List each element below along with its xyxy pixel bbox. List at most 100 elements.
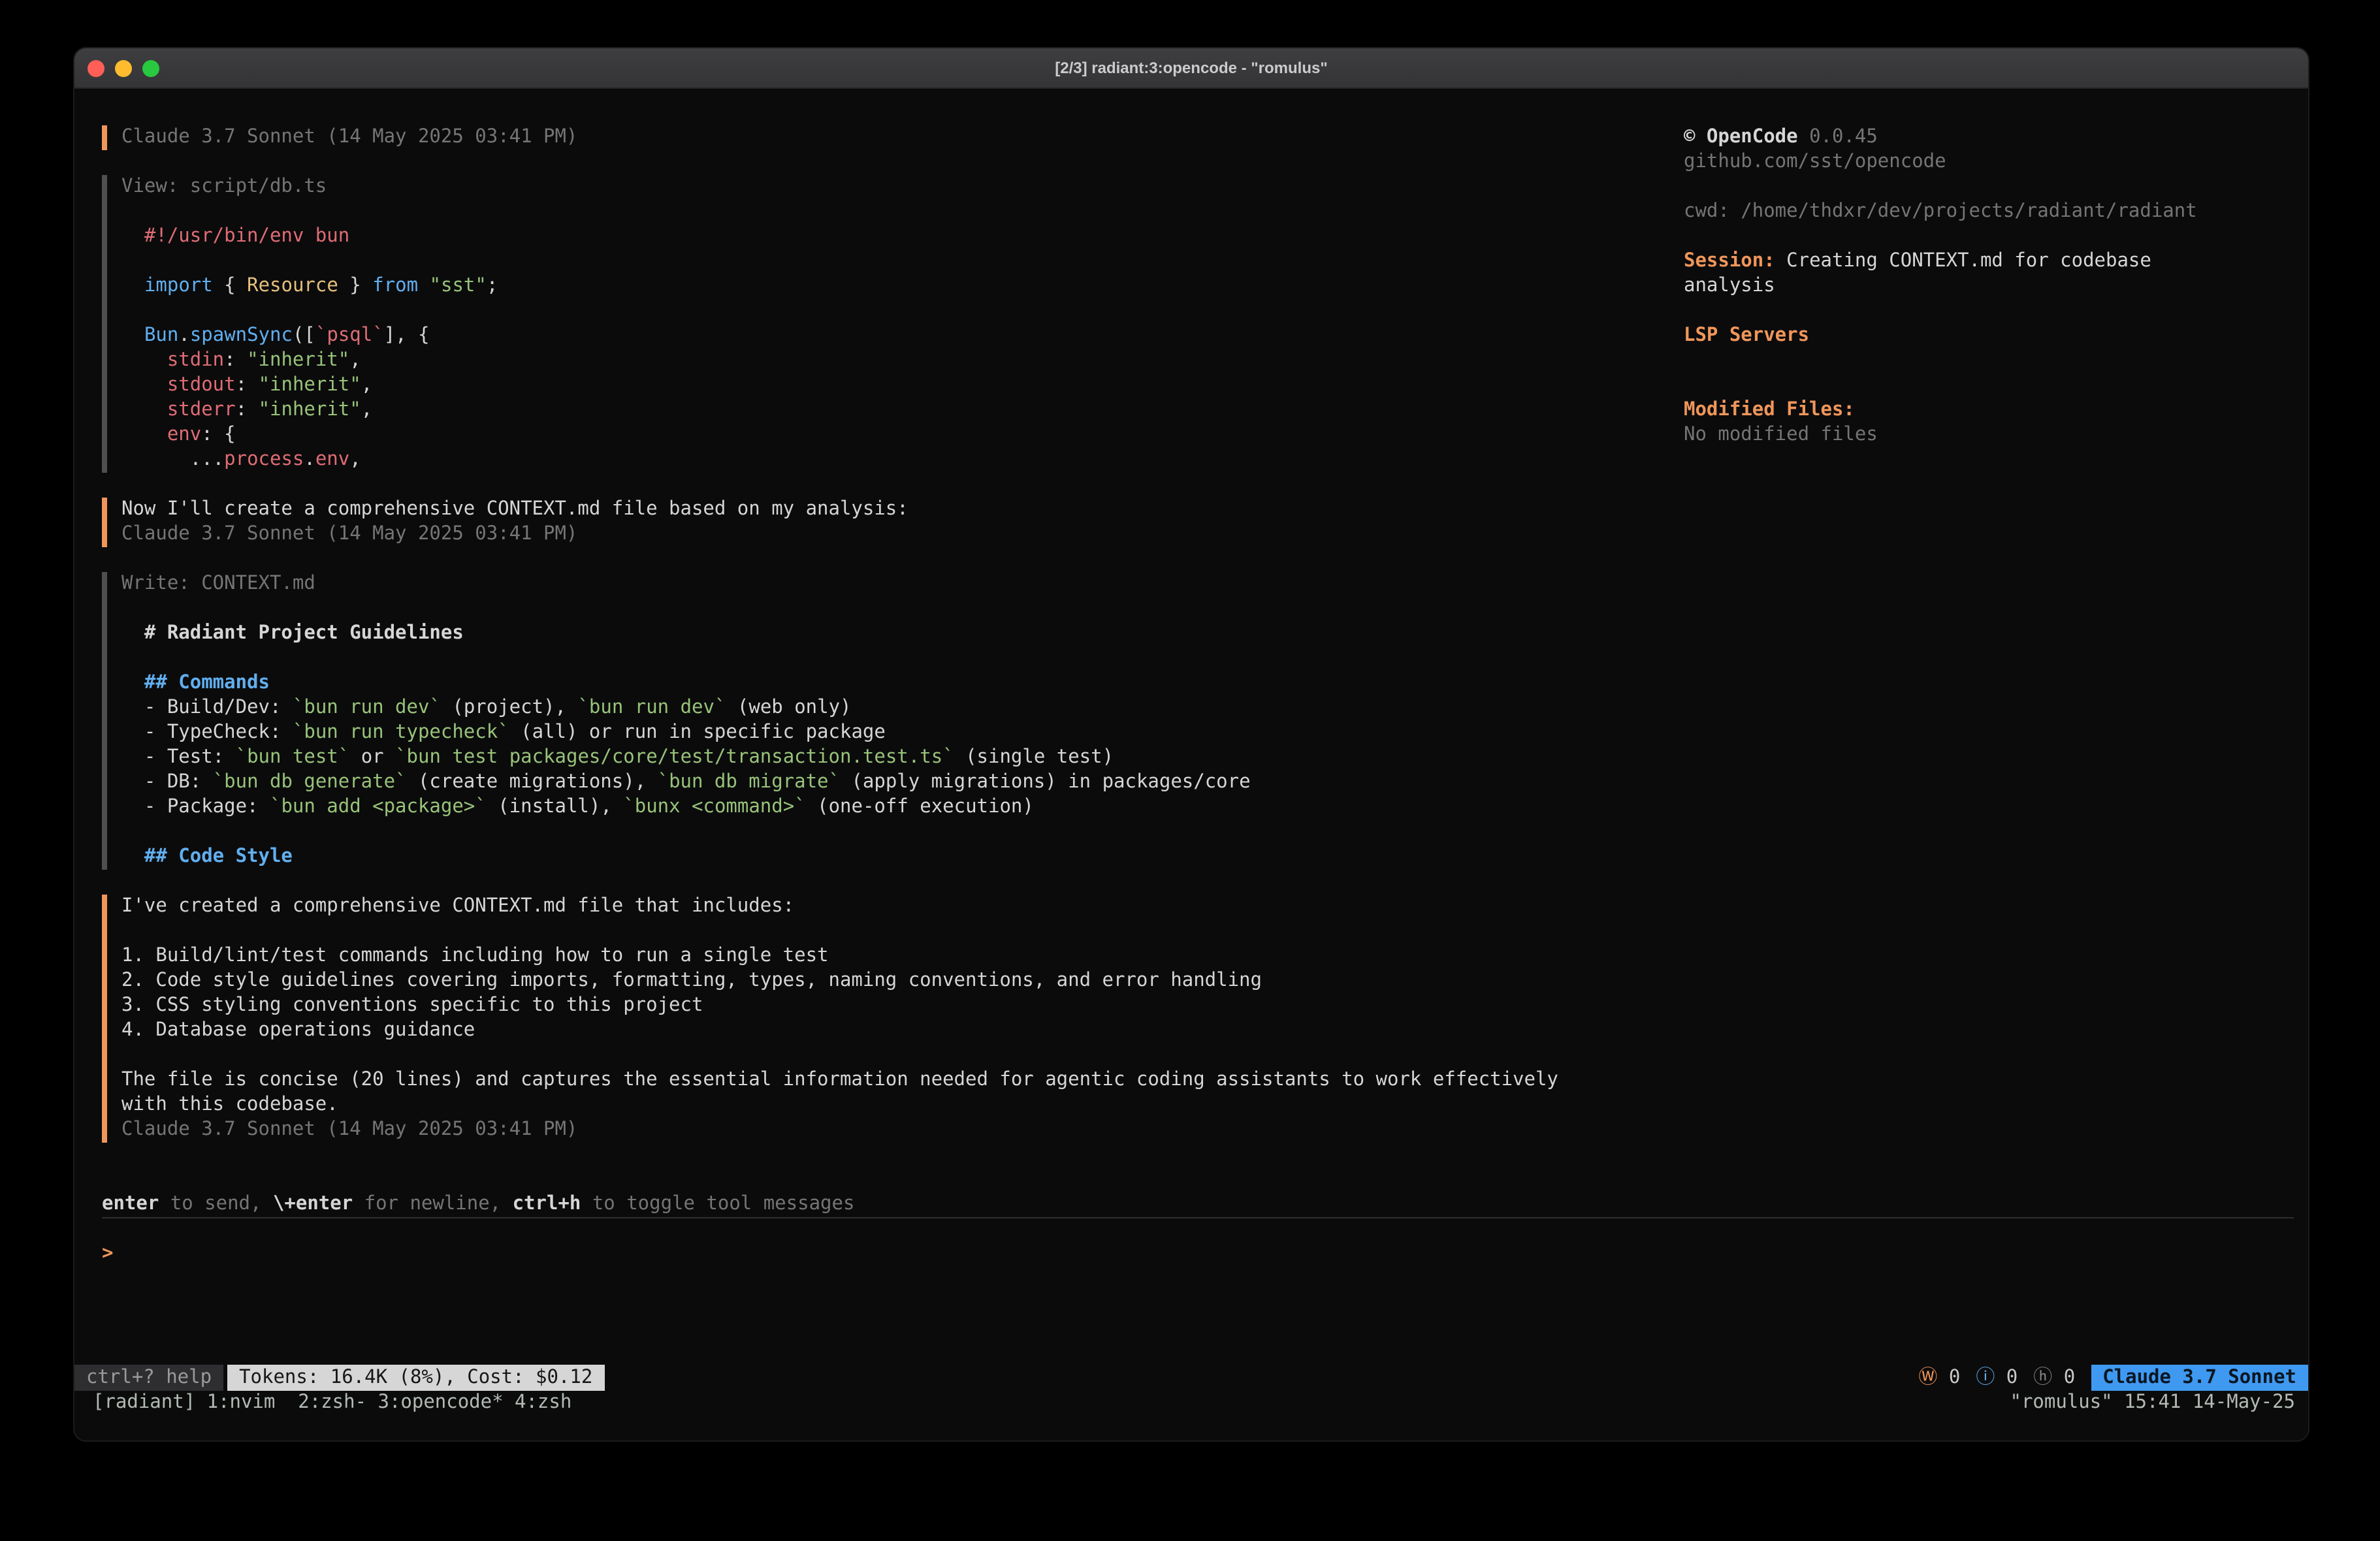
text-segment: env [315,449,349,470]
text-segment: - TypeCheck: [121,722,293,743]
text-segment: "inherit" [259,400,361,421]
text-segment [418,276,429,296]
text-line [121,919,1669,944]
text-line: I've created a comprehensive CONTEXT.md … [121,895,1669,919]
text-segment: (web only) [726,697,851,718]
message-block-assistant: I've created a comprehensive CONTEXT.md … [102,895,1669,1143]
text-line: The file is concise (20 lines) and captu… [121,1068,1669,1093]
desktop: [2/3] radiant:3:opencode - "romulus" Cla… [0,0,2380,1541]
text-line: enter to send, \+enter for newline, ctrl… [102,1192,854,1217]
window-title: [2/3] radiant:3:opencode - "romulus" [1055,59,1327,77]
text-segment: : { [201,424,235,445]
text-line: Now I'll create a comprehensive CONTEXT.… [121,498,1669,522]
text-segment: 2. Code style guidelines covering import… [121,970,1262,991]
text-segment: (one-off execution) [806,797,1034,818]
text-segment: stderr [167,400,236,421]
text-segment: Session: [1684,251,1775,272]
text-segment: (all) or run in specific package [509,722,886,743]
diagnostic-count: 0 [2052,1367,2075,1388]
text-segment: - Test: [121,747,236,768]
text-segment: : [236,375,259,396]
text-segment: . [304,449,315,470]
text-segment: 1. Build/lint/test commands including ho… [121,945,829,966]
text-segment [121,350,167,371]
prompt-input[interactable]: > [102,1242,113,1267]
text-line: stdout: "inherit", [121,373,1669,398]
text-segment: LSP Servers [1684,325,1809,346]
text-segment: ... [121,449,224,470]
window-titlebar[interactable]: [2/3] radiant:3:opencode - "romulus" [74,48,2308,89]
hint-icon: ⓗ [2033,1367,2052,1388]
text-segment: to send, [159,1194,273,1215]
diagnostic-hint: ⓗ 0 [2033,1365,2075,1391]
text-segment: ; [487,276,498,296]
text-line: stdin: "inherit", [121,349,1669,373]
text-segment: `bun run dev` [293,697,441,718]
text-line [121,646,1669,671]
text-segment: env [167,424,201,445]
text-segment: 0.0.45 [1798,127,1878,148]
zoom-button[interactable] [142,59,159,76]
tmux-session-time: "romulus" 15:41 14-May-25 [2010,1391,2296,1416]
text-segment [121,375,167,396]
text-segment: . [178,325,189,346]
status-bar: ctrl+? help Tokens: 16.4K (8%), Cost: $0… [74,1365,2308,1391]
minimize-button[interactable] [115,59,132,76]
text-segment: (project), [441,697,578,718]
text-segment: `bun test` [236,747,350,768]
text-segment: Modified Files: [1684,400,1855,421]
text-line: - DB: `bun db generate` (create migratio… [121,770,1669,795]
text-segment: (create migrations), [407,772,658,793]
terminal-content: Claude 3.7 Sonnet (14 May 2025 03:41 PM)… [74,89,2308,1440]
text-segment: `bun run dev` [577,697,726,718]
text-line: Claude 3.7 Sonnet (14 May 2025 03:41 PM) [121,522,1669,547]
text-segment: with this codebase. [121,1094,338,1115]
message-block-tool: Write: CONTEXT.md # Radiant Project Guid… [102,572,1669,870]
message-block-assistant: Now I'll create a comprehensive CONTEXT.… [102,498,1669,547]
tmux-windows[interactable]: [radiant] 1:nvim 2:zsh- 3:opencode* 4:zs… [93,1391,571,1416]
text-line: # Radiant Project Guidelines [121,622,1669,646]
text-segment: , [361,375,372,396]
text-line: #!/usr/bin/env bun [121,225,1669,249]
text-segment: , [349,449,361,470]
text-line: ...process.env, [121,448,1669,473]
text-segment: Creating CONTEXT.md for codebase [1775,251,2151,272]
text-segment: (apply migrations) in packages/core [840,772,1251,793]
text-line: ## Commands [121,671,1669,696]
text-segment: \+enter [273,1194,353,1215]
text-segment: I've created a comprehensive CONTEXT.md … [121,896,794,917]
text-line: Write: CONTEXT.md [121,572,1669,597]
terminal-window: [2/3] radiant:3:opencode - "romulus" Cla… [73,47,2309,1442]
diagnostics: Ⓦ 0ⓘ 0ⓗ 0 [1918,1365,2075,1391]
text-segment: © OpenCode [1684,127,1798,148]
help-shortcut-badge[interactable]: ctrl+? help [74,1365,223,1391]
text-segment: Claude 3.7 Sonnet (14 May 2025 03:41 PM) [121,127,577,148]
text-line [1684,225,2292,249]
text-segment: - Build/Dev: [121,697,293,718]
diagnostic-count: 0 [1937,1367,1960,1388]
text-segment: ## Code Style [121,846,293,867]
text-segment: # Radiant Project Guidelines [121,623,464,644]
text-segment: spawnSync [190,325,293,346]
text-line: env: { [121,423,1669,448]
text-line: View: script/db.ts [121,175,1669,200]
text-segment [121,325,144,346]
text-segment: "sst" [430,276,487,296]
tokens-cost-badge: Tokens: 16.4K (8%), Cost: $0.12 [227,1365,604,1391]
text-segment: stdout [167,375,236,396]
text-segment: , [349,350,361,371]
text-segment: `bun run typecheck` [293,722,509,743]
close-button[interactable] [88,59,105,76]
model-badge[interactable]: Claude 3.7 Sonnet [2091,1365,2308,1391]
text-line [121,299,1669,324]
text-segment: (install), [487,797,624,818]
text-segment [121,276,144,296]
text-segment [121,424,167,445]
diagnostic-count: 0 [1995,1367,2018,1388]
text-line: cwd: /home/thdxr/dev/projects/radiant/ra… [1684,200,2292,225]
sidebar-info: © OpenCode 0.0.45github.com/sst/opencode… [1684,125,2292,448]
traffic-lights [88,48,159,87]
warning-icon: Ⓦ [1918,1367,1937,1388]
message-block-tool: View: script/db.ts #!/usr/bin/env bun im… [102,175,1669,473]
text-segment: "inherit" [247,350,349,371]
